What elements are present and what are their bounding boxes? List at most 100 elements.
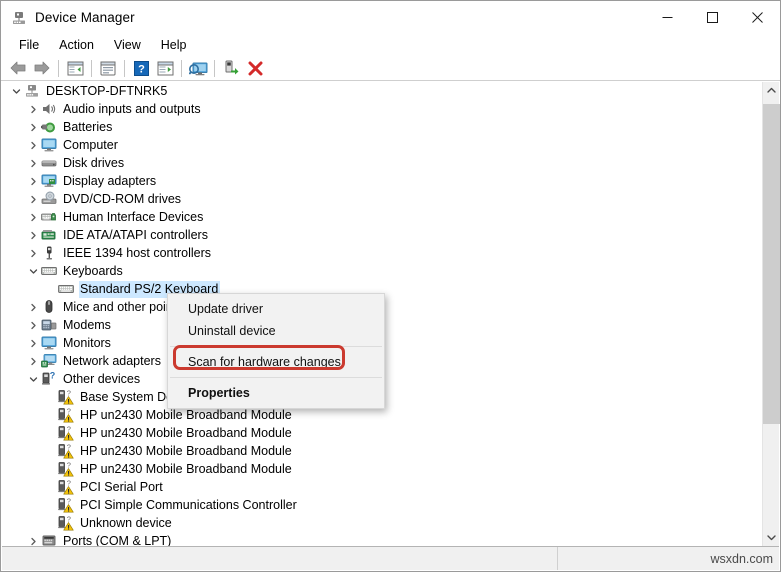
keyboard-icon <box>41 263 57 279</box>
warning-device-icon: ? <box>58 479 74 495</box>
svg-text:?: ? <box>67 461 71 470</box>
toolbar: ? <box>1 56 780 81</box>
chevron-right-icon[interactable] <box>25 298 41 316</box>
chevron-right-icon[interactable] <box>25 190 41 208</box>
menu-file[interactable]: File <box>9 36 49 54</box>
tree-label: Disk drives <box>63 155 125 170</box>
scrollbar-thumb[interactable] <box>763 104 780 424</box>
toolbar-separator <box>124 59 125 77</box>
properties-button[interactable] <box>96 57 120 79</box>
tree-row-unknown-device[interactable]: ? Unknown device <box>2 514 756 532</box>
tree-row-pci-serial-port[interactable]: ? PCI Serial Port <box>2 478 756 496</box>
chevron-right-icon[interactable] <box>25 334 41 352</box>
watermark-text: wsxdn.com <box>557 547 779 570</box>
svg-text:?: ? <box>67 407 71 416</box>
tree-label: Display adapters <box>63 173 157 188</box>
context-menu-separator <box>170 377 382 378</box>
maximize-button[interactable] <box>690 1 735 34</box>
enable-device-button[interactable] <box>219 57 243 79</box>
title-bar[interactable]: Device Manager <box>1 1 780 34</box>
uninstall-device-button[interactable] <box>243 57 267 79</box>
warning-device-icon: ? <box>58 497 74 513</box>
chevron-right-icon[interactable] <box>25 532 41 546</box>
forward-button[interactable] <box>30 57 54 79</box>
tree-row-hp-un2430-mobile-broadband-module[interactable]: ? HP un2430 Mobile Broadband Module <box>2 442 756 460</box>
tree-row-batteries[interactable]: Batteries <box>2 118 756 136</box>
vertical-scrollbar[interactable] <box>762 82 780 546</box>
back-button[interactable] <box>6 57 30 79</box>
ieee1394-icon <box>41 245 57 261</box>
tree-label: Audio inputs and outputs <box>63 101 201 116</box>
chevron-right-icon[interactable] <box>25 244 41 262</box>
computer-root-icon <box>24 83 40 99</box>
dvd-drive-icon <box>41 191 57 207</box>
tree-row-ports-com-lpt[interactable]: Ports (COM & LPT) <box>2 532 756 546</box>
monitor-icon <box>41 335 57 351</box>
tree-row-audio-inputs-and-outputs[interactable]: Audio inputs and outputs <box>2 100 756 118</box>
tree-label: PCI Simple Communications Controller <box>80 497 297 512</box>
toolbar-separator <box>181 59 182 77</box>
svg-text:?: ? <box>67 479 71 488</box>
chevron-right-icon[interactable] <box>25 118 41 136</box>
close-button[interactable] <box>735 1 780 34</box>
tree-label: DVD/CD-ROM drives <box>63 191 182 206</box>
show-hide-console-tree-button[interactable] <box>63 57 87 79</box>
context-menu-item-update-driver[interactable]: Update driver <box>168 298 384 320</box>
chevron-right-icon[interactable] <box>25 136 41 154</box>
tree-row-hp-un2430-mobile-broadband-module[interactable]: ? HP un2430 Mobile Broadband Module <box>2 424 756 442</box>
context-menu-item-scan-for-hardware-changes[interactable]: Scan for hardware changes <box>168 351 384 373</box>
tree-row-hp-un2430-mobile-broadband-module[interactable]: ? HP un2430 Mobile Broadband Module <box>2 460 756 478</box>
network-adapter-icon <box>41 353 57 369</box>
chevron-down-icon[interactable] <box>25 262 41 280</box>
chevron-down-icon[interactable] <box>8 82 24 100</box>
tree-row-display-adapters[interactable]: Display adapters <box>2 172 756 190</box>
toolbar-separator <box>214 59 215 77</box>
menu-bar: File Action View Help <box>1 34 780 56</box>
help-button[interactable]: ? <box>129 57 153 79</box>
tree-label: HP un2430 Mobile Broadband Module <box>80 443 292 458</box>
tree-row-pci-simple-communications-controller[interactable]: ? PCI Simple Communications Controller <box>2 496 756 514</box>
scroll-up-arrow-icon[interactable] <box>763 82 780 99</box>
chevron-right-icon[interactable] <box>25 154 41 172</box>
menu-help[interactable]: Help <box>151 36 197 54</box>
context-menu[interactable]: Update driver Uninstall device Scan for … <box>167 293 385 409</box>
tree-label: Modems <box>63 317 111 332</box>
status-text <box>2 547 557 570</box>
tree-row-ide-ata-atapi-controllers[interactable]: IDE ATA/ATAPI controllers <box>2 226 756 244</box>
svg-text:?: ? <box>67 515 71 524</box>
tree-row-ieee-1394-host-controllers[interactable]: IEEE 1394 host controllers <box>2 244 756 262</box>
update-driver-button[interactable] <box>153 57 177 79</box>
chevron-right-icon[interactable] <box>25 100 41 118</box>
context-menu-item-uninstall-device[interactable]: Uninstall device <box>168 320 384 342</box>
tree-row-root[interactable]: DESKTOP-DFTNRK5 <box>2 82 756 100</box>
scan-for-hardware-changes-button[interactable] <box>186 57 210 79</box>
warning-device-icon: ? <box>58 407 74 423</box>
chevron-right-icon[interactable] <box>25 352 41 370</box>
chevron-right-icon[interactable] <box>25 208 41 226</box>
warning-device-icon: ? <box>58 443 74 459</box>
toolbar-separator <box>58 59 59 77</box>
menu-action[interactable]: Action <box>49 36 104 54</box>
tree-label: Unknown device <box>80 515 172 530</box>
menu-view[interactable]: View <box>104 36 151 54</box>
tree-row-computer[interactable]: Computer <box>2 136 756 154</box>
tree-row-human-interface-devices[interactable]: Human Interface Devices <box>2 208 756 226</box>
tree-row-disk-drives[interactable]: Disk drives <box>2 154 756 172</box>
minimize-button[interactable] <box>645 1 690 34</box>
svg-text:?: ? <box>67 425 71 434</box>
chevron-right-icon[interactable] <box>25 316 41 334</box>
tree-row-dvd-cd-rom-drives[interactable]: DVD/CD-ROM drives <box>2 190 756 208</box>
chevron-right-icon[interactable] <box>25 226 41 244</box>
context-menu-item-properties[interactable]: Properties <box>168 382 384 404</box>
chevron-right-icon[interactable] <box>25 172 41 190</box>
toolbar-separator <box>91 59 92 77</box>
chevron-down-icon[interactable] <box>25 370 41 388</box>
status-bar: wsxdn.com <box>2 546 779 570</box>
device-manager-window: Device Manager File Action View Help ? D… <box>0 0 781 572</box>
window-title: Device Manager <box>35 10 135 25</box>
scroll-down-arrow-icon[interactable] <box>763 529 780 546</box>
tree-row-keyboards[interactable]: Keyboards <box>2 262 756 280</box>
